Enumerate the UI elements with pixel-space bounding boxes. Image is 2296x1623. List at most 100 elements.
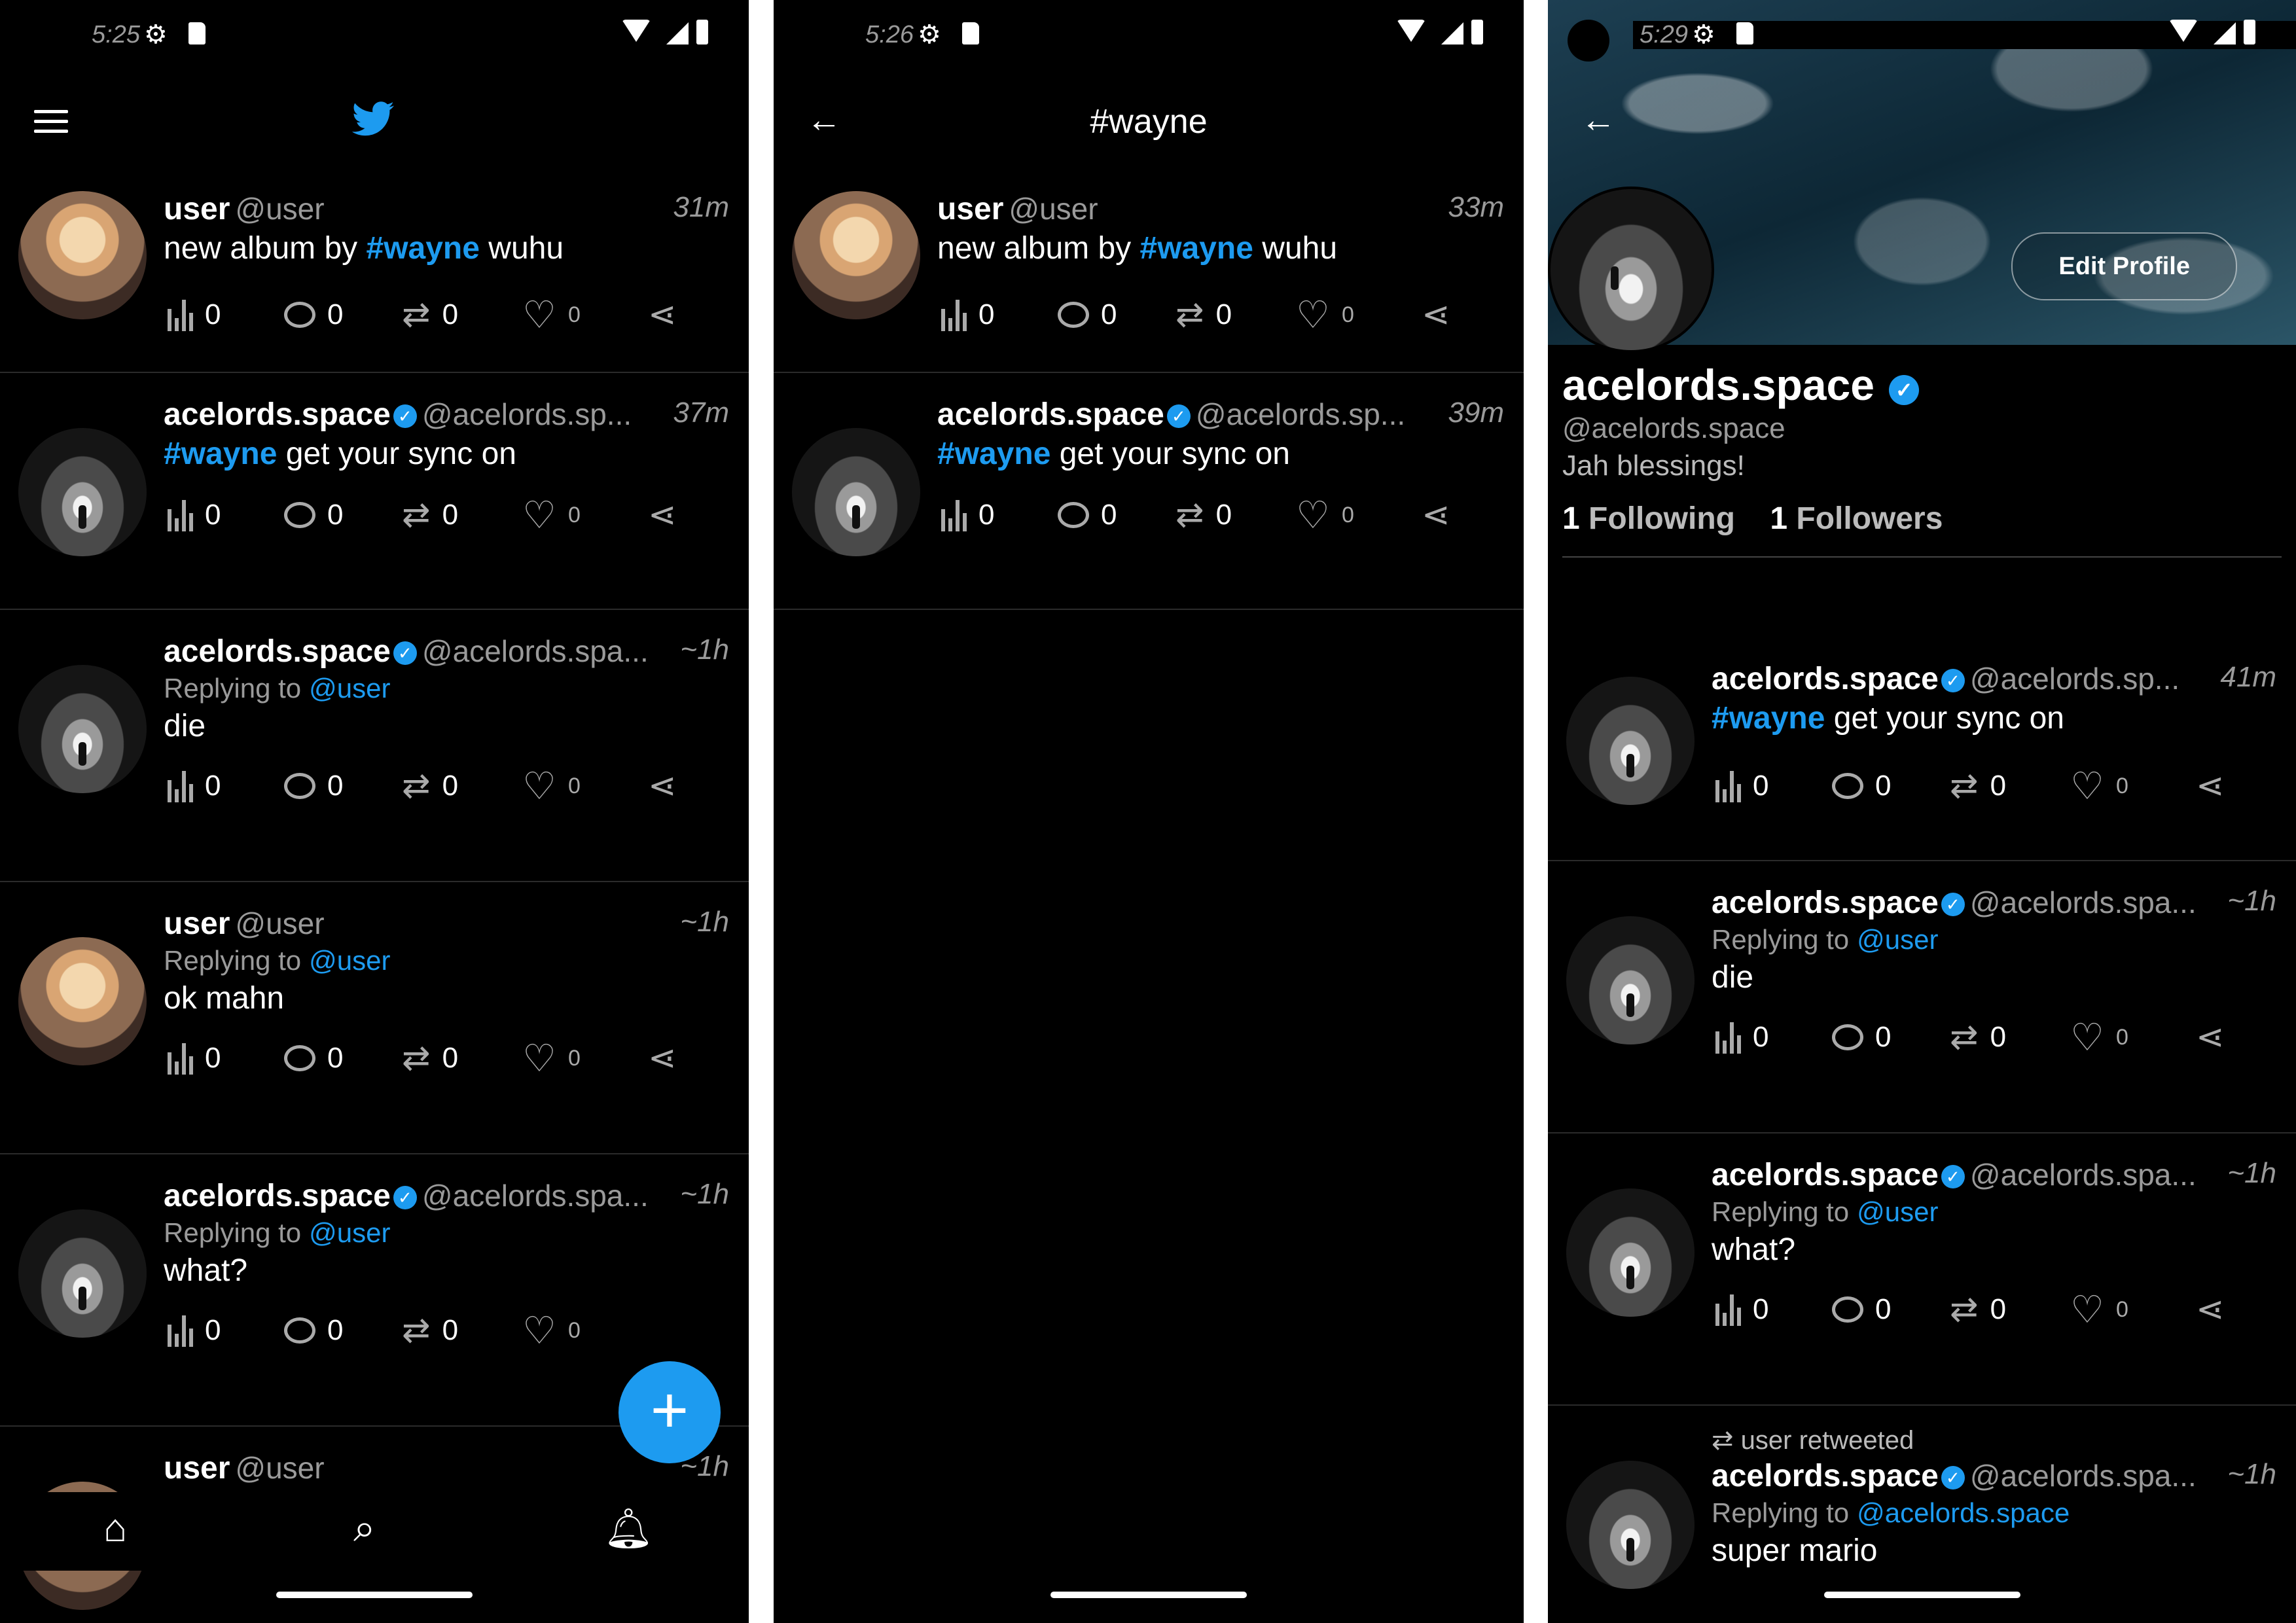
display-name[interactable]: user xyxy=(937,192,1003,226)
mention-link[interactable]: @user xyxy=(309,945,390,976)
views-button[interactable]: 0 xyxy=(168,292,221,338)
avatar[interactable] xyxy=(1566,677,1695,805)
like-button[interactable]: ♡ 0 xyxy=(522,492,581,538)
views-button[interactable]: 0 xyxy=(1715,1014,1768,1060)
like-button[interactable]: ♡ 0 xyxy=(1296,492,1354,538)
mention-link[interactable]: @user xyxy=(1857,924,1938,955)
menu-icon[interactable] xyxy=(34,110,68,139)
like-button[interactable]: ♡ 0 xyxy=(522,1308,581,1353)
like-button[interactable]: ♡ 0 xyxy=(1296,292,1354,338)
hashtag-link[interactable]: #wayne xyxy=(1140,231,1253,266)
tweet-card[interactable]: acelords.space ✓ @acelords.spa... ~1h Repl… xyxy=(1548,1133,2296,1406)
share-button[interactable]: ⋖ xyxy=(648,1035,677,1081)
views-button[interactable]: 0 xyxy=(168,492,221,538)
bell-icon[interactable]: 🔔︎ xyxy=(603,1505,653,1552)
hashtag-link[interactable]: #wayne xyxy=(937,437,1050,471)
avatar[interactable] xyxy=(792,191,920,319)
display-name[interactable]: user xyxy=(164,1451,230,1486)
tweet-card[interactable]: acelords.space ✓ @acelords.spa... ~1h Repl… xyxy=(0,610,749,882)
display-name[interactable]: acelords.space xyxy=(937,397,1164,432)
mention-link[interactable]: @user xyxy=(309,1217,390,1248)
avatar[interactable] xyxy=(18,1209,147,1338)
display-name[interactable]: acelords.space xyxy=(164,397,391,432)
retweet-button[interactable]: ⇄ 0 xyxy=(402,1308,458,1353)
avatar[interactable] xyxy=(1566,1461,1695,1589)
display-name[interactable]: user xyxy=(164,192,230,226)
avatar[interactable] xyxy=(18,428,147,556)
retweet-button[interactable]: ⇄ 0 xyxy=(402,492,458,538)
comment-button[interactable]: 0 xyxy=(1058,292,1117,338)
comment-button[interactable]: 0 xyxy=(1832,1287,1891,1332)
home-icon[interactable]: ⌂ xyxy=(103,1505,127,1550)
retweet-button[interactable]: ⇄ 0 xyxy=(1950,763,2006,809)
retweet-button[interactable]: ⇄ 0 xyxy=(402,292,458,338)
display-name[interactable]: acelords.space xyxy=(1712,662,1939,696)
comment-button[interactable]: 0 xyxy=(1832,763,1891,809)
hashtag-link[interactable]: #wayne xyxy=(1712,701,1825,736)
tweet-card[interactable]: user @user 31m new album by #wayne wuhu 0… xyxy=(0,171,749,373)
share-button[interactable]: ⋖ xyxy=(2196,1287,2225,1332)
tweet-card[interactable]: acelords.space ✓ @acelords.spa... ~1h Repl… xyxy=(1548,861,2296,1133)
avatar[interactable] xyxy=(18,937,147,1065)
share-button[interactable]: ⋖ xyxy=(2196,1014,2225,1060)
search-icon[interactable]: ⌕ xyxy=(353,1505,376,1551)
hashtag-link[interactable]: #wayne xyxy=(367,231,480,266)
like-button[interactable]: ♡ 0 xyxy=(2070,763,2128,809)
comment-button[interactable]: 0 xyxy=(284,492,343,538)
views-button[interactable]: 0 xyxy=(941,492,994,538)
comment-button[interactable]: 0 xyxy=(1832,1014,1891,1060)
views-button[interactable]: 0 xyxy=(168,763,221,809)
share-button[interactable]: ⋖ xyxy=(1422,292,1450,338)
retweet-button[interactable]: ⇄ 0 xyxy=(1950,1014,2006,1060)
views-button[interactable]: 0 xyxy=(941,292,994,338)
tweet-card[interactable]: user @user ~1h Replying to @user ok mahn 0… xyxy=(0,882,749,1154)
comment-button[interactable]: 0 xyxy=(284,763,343,809)
display-name[interactable]: acelords.space xyxy=(1712,1459,1939,1493)
comment-button[interactable]: 0 xyxy=(284,292,343,338)
hashtag-link[interactable]: #wayne xyxy=(164,437,277,471)
share-button[interactable]: ⋖ xyxy=(1422,492,1450,538)
tweet-card[interactable]: user @user 33m new album by #wayne wuhu 0… xyxy=(774,171,1524,373)
retweet-button[interactable]: ⇄ 0 xyxy=(1175,492,1232,538)
display-name[interactable]: acelords.space xyxy=(164,634,391,669)
views-button[interactable]: 0 xyxy=(168,1035,221,1081)
comment-button[interactable]: 0 xyxy=(1058,492,1117,538)
tweet-card[interactable]: acelords.space ✓ @acelords.sp... 39m #wayn… xyxy=(774,373,1524,610)
retweet-button[interactable]: ⇄ 0 xyxy=(1950,1287,2006,1332)
compose-button[interactable]: + xyxy=(619,1361,721,1463)
avatar[interactable] xyxy=(1566,1188,1695,1317)
retweet-button[interactable]: ⇄ 0 xyxy=(1175,292,1232,338)
share-button[interactable]: ⋖ xyxy=(2196,763,2225,809)
retweet-button[interactable]: ⇄ 0 xyxy=(402,1035,458,1081)
comment-button[interactable]: 0 xyxy=(284,1308,343,1353)
avatar[interactable] xyxy=(1566,916,1695,1044)
share-button[interactable]: ⋖ xyxy=(648,763,677,809)
like-button[interactable]: ♡ 0 xyxy=(2070,1287,2128,1332)
profile-avatar[interactable] xyxy=(1548,187,1714,353)
avatar[interactable] xyxy=(18,191,147,319)
like-button[interactable]: ♡ 0 xyxy=(522,292,581,338)
like-button[interactable]: ♡ 0 xyxy=(522,1035,581,1081)
mention-link[interactable]: @user xyxy=(309,673,390,704)
like-button[interactable]: ♡ 0 xyxy=(522,763,581,809)
tweet-card[interactable]: acelords.space ✓ @acelords.sp... 37m #wayn… xyxy=(0,373,749,610)
views-button[interactable]: 0 xyxy=(1715,763,1768,809)
share-button[interactable]: ⋖ xyxy=(648,492,677,538)
share-button[interactable]: ⋖ xyxy=(648,292,677,338)
tweet-card[interactable]: acelords.space ✓ @acelords.sp... 41m #wayn… xyxy=(1548,641,2296,861)
comment-button[interactable]: 0 xyxy=(284,1035,343,1081)
following-link[interactable]: 1 Following xyxy=(1562,501,1735,536)
display-name[interactable]: acelords.space xyxy=(164,1179,391,1213)
mention-link[interactable]: @acelords.space xyxy=(1857,1497,2070,1528)
display-name[interactable]: acelords.space xyxy=(1712,885,1939,920)
edit-profile-button[interactable]: Edit Profile xyxy=(2011,232,2237,300)
avatar[interactable] xyxy=(792,428,920,556)
avatar[interactable] xyxy=(18,665,147,793)
views-button[interactable]: 0 xyxy=(168,1308,221,1353)
followers-link[interactable]: 1 Followers xyxy=(1770,501,1943,536)
back-arrow-icon[interactable]: ← xyxy=(1581,102,1616,137)
retweet-button[interactable]: ⇄ 0 xyxy=(402,763,458,809)
like-button[interactable]: ♡ 0 xyxy=(2070,1014,2128,1060)
mention-link[interactable]: @user xyxy=(1857,1196,1938,1227)
display-name[interactable]: acelords.space xyxy=(1712,1158,1939,1192)
